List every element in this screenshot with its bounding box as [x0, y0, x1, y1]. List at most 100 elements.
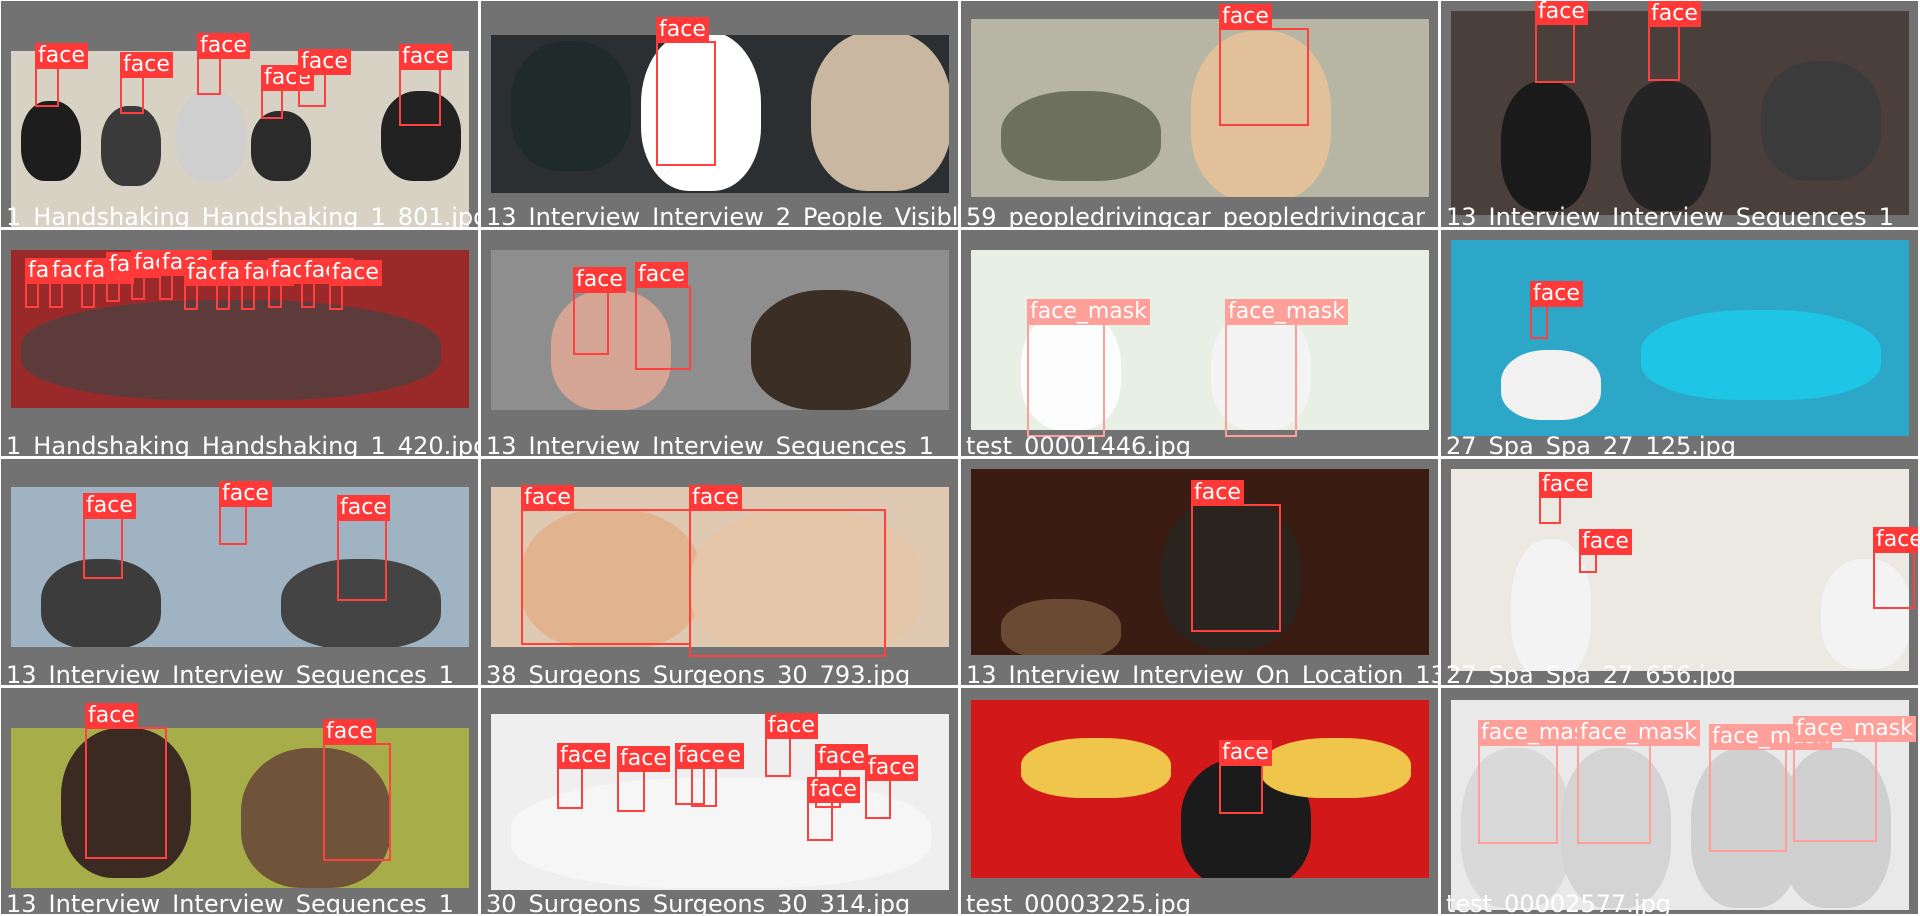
tile-photo: [1451, 240, 1909, 436]
detection-label: face: [635, 262, 688, 288]
face-mask-bounding-box: face_mask: [1709, 724, 1832, 852]
tile-photo: [491, 250, 949, 410]
person-silhouette: [1501, 350, 1601, 420]
face-mask-bounding-box: face_mask: [1793, 716, 1916, 842]
detection-label: face_mask: [1027, 299, 1150, 325]
tile-filename: 27_Spa_Spa_27_125.jpg: [1446, 432, 1737, 456]
detection-label: face: [219, 481, 272, 507]
tile-photo: [971, 19, 1429, 197]
detection-label: face: [521, 485, 574, 511]
face-mask-bounding-box: face_mask: [1478, 720, 1601, 844]
tile-photo: [11, 728, 469, 888]
face-bounding-box: face: [635, 262, 691, 370]
detection-label: face: [197, 33, 250, 59]
detection-label: face: [298, 49, 351, 75]
face-bounding-box: face: [521, 485, 691, 645]
face-bounding-box: face: [216, 260, 269, 310]
person-silhouette: [176, 91, 246, 181]
face-bounding-box: face: [865, 755, 918, 819]
face-bounding-box: face: [1219, 740, 1272, 814]
face-bounding-box: face: [261, 65, 314, 119]
tile-filename: 1_Handshaking_Handshaking_1_801.jpg: [6, 203, 478, 227]
detection-label: face: [815, 744, 868, 770]
person-silhouette: [1501, 81, 1591, 211]
tile-filename: 13_Interview_Interview_On_Location_13: [966, 661, 1438, 685]
detection-label: face: [1191, 480, 1244, 506]
tile-filename: 13_Interview_Interview_Sequences_1: [6, 890, 454, 914]
detection-label: face: [1530, 281, 1583, 307]
tile-filename: 27_Spa_Spa_27_656.jpg: [1446, 661, 1737, 685]
detection-label: face: [1219, 4, 1272, 30]
face-bounding-box: face: [675, 743, 728, 805]
face-mask-bounding-box: face_mask: [1225, 299, 1348, 437]
person-silhouette: [1641, 310, 1881, 400]
mosaic-tile: face face 38_Surgeons_Surgeons_30_793.jpg: [481, 459, 958, 685]
tile-filename: 1_Handshaking_Handshaking_1_420.jpg: [6, 432, 478, 456]
person-silhouette: [1621, 81, 1711, 211]
detection-label: face: [329, 260, 382, 286]
person-silhouette: [21, 101, 81, 181]
detection-label: face_mask: [1577, 720, 1700, 746]
detection-label: face: [807, 777, 860, 803]
face-bounding-box: face: [81, 258, 134, 308]
tile-filename: 30_Surgeons_Surgeons_30_314.jpg: [486, 890, 911, 914]
face-bounding-box: face: [689, 485, 886, 657]
face-bounding-box: face: [807, 777, 860, 841]
person-silhouette: [251, 111, 311, 181]
detection-label: face: [765, 713, 818, 739]
tile-filename: 59_peopledrivingcar_peopledrivingcar_159: [966, 203, 1438, 227]
mosaic-tile: face 59_peopledrivingcar_peopledrivingcar…: [961, 1, 1438, 227]
mosaic-tile: face face 13_Interview_Interview_Sequences…: [1, 688, 478, 914]
face-bounding-box: face: [49, 258, 102, 308]
face-bounding-box: face: [1191, 480, 1281, 632]
tile-filename: test_00001446.jpg: [966, 432, 1192, 456]
face-bounding-box: face: [131, 250, 184, 300]
mosaic-tile: facefacefacefacefacefacefacefacefaceface…: [1, 230, 478, 456]
detection-label: face: [85, 703, 138, 729]
mosaic-tile: face test_00003225.jpg: [961, 688, 1438, 914]
mosaic-tile: face face face 13_Interview_Interview_Seque…: [1, 459, 478, 685]
face-bounding-box: face: [1539, 472, 1592, 524]
face-bounding-box: face: [765, 713, 818, 777]
person-silhouette: [511, 41, 631, 171]
face-bounding-box: face: [557, 743, 610, 809]
person-silhouette: [751, 290, 911, 410]
detection-label: face: [1539, 472, 1592, 498]
tile-filename: 13_Interview_Interview_Sequences_1: [1446, 203, 1894, 227]
person-silhouette: [1021, 738, 1171, 798]
face-bounding-box: face: [656, 17, 716, 166]
detection-label: face: [1648, 1, 1701, 27]
face-bounding-box: face: [617, 746, 670, 812]
person-silhouette: [1001, 599, 1121, 655]
mosaic-tile: face 13_Interview_Interview_On_Location_1…: [961, 459, 1438, 685]
tile-filename: 13_Interview_Interview_2_People_Visible: [486, 203, 958, 227]
face-bounding-box: face: [83, 493, 136, 579]
detection-label: face: [675, 743, 728, 769]
detection-label: face: [573, 267, 626, 293]
detection-label: face: [83, 493, 136, 519]
tile-photo: [1451, 469, 1909, 671]
person-silhouette: [811, 35, 949, 191]
tile-filename: 13_Interview_Interview_Sequences_1: [486, 432, 934, 456]
tile-filename: 13_Interview_Interview_Sequences_1: [6, 661, 454, 685]
person-silhouette: [1761, 61, 1881, 181]
face-bounding-box: face: [106, 252, 159, 302]
tile-photo: [491, 35, 949, 193]
tile-photo: [1451, 11, 1909, 215]
detection-label: face: [1535, 1, 1588, 25]
face-bounding-box: face: [329, 260, 382, 310]
face-bounding-box: face: [399, 44, 452, 126]
face-bounding-box: face: [301, 258, 354, 308]
person-silhouette: [1261, 738, 1411, 798]
detection-label: face: [557, 743, 610, 769]
detection-label: face: [1579, 529, 1632, 555]
person-silhouette: [21, 300, 441, 400]
face-bounding-box: face: [120, 52, 173, 114]
face-mask-bounding-box: face_mask: [1577, 720, 1700, 844]
mosaic-tile: face_mask face_mask test_00001446.jpg: [961, 230, 1438, 456]
mosaic-tile: face face face face face face 1_Handshaking_Ha…: [1, 1, 478, 227]
tile-filename: 38_Surgeons_Surgeons_30_793.jpg: [486, 661, 911, 685]
face-bounding-box: face: [573, 267, 626, 355]
detection-label: face: [617, 746, 670, 772]
face-bounding-box: face: [298, 49, 351, 107]
